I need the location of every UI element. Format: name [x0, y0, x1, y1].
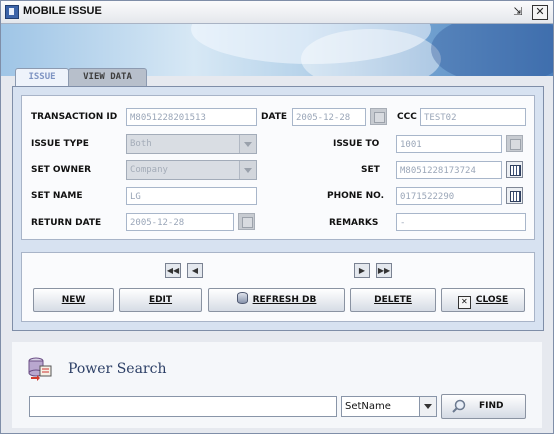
list-icon [510, 191, 521, 202]
issue-type-select[interactable]: Both [126, 134, 257, 154]
find-button[interactable]: FIND [441, 394, 526, 419]
new-button[interactable]: NEW [33, 288, 114, 312]
calendar-icon [374, 112, 385, 123]
close-window-icon[interactable]: ✕ [532, 5, 548, 20]
remarks-label: REMARKS [329, 218, 379, 228]
issue-type-value: Both [130, 139, 152, 149]
date-label: DATE [261, 112, 288, 122]
tab-view-data[interactable]: VIEW DATA [68, 68, 147, 86]
record-actions: ◀◀ ◀ ▶ ▶▶ NEW EDIT REFRESH DB DELETE ✕ CL… [21, 252, 535, 322]
phone-no-field[interactable]: 0171522290 [396, 187, 502, 205]
prev-record-button[interactable]: ◀ [187, 263, 203, 278]
issue-panel: TRANSACTION ID M8051228201513 DATE 2005-… [12, 86, 544, 331]
power-search-title: Power Search [68, 361, 167, 377]
phone-lookup-button[interactable] [506, 187, 523, 204]
tab-issue[interactable]: ISSUE [15, 68, 69, 86]
set-owner-value: Company [130, 165, 168, 175]
window-title: MOBILE ISSUE [23, 5, 102, 17]
set-lookup-button[interactable] [506, 161, 523, 178]
chevron-down-icon[interactable] [239, 135, 256, 153]
phone-no-label: PHONE NO. [327, 191, 384, 201]
next-record-button[interactable]: ▶ [354, 263, 370, 278]
issue-to-lookup-button[interactable] [506, 135, 523, 152]
search-icon [452, 399, 466, 413]
set-name-label: SET NAME [31, 191, 83, 201]
close-label: CLOSE [475, 295, 509, 305]
transaction-id-field[interactable]: M8051228201513 [126, 108, 257, 126]
issue-to-label: ISSUE TO [333, 139, 380, 149]
chevron-down-icon[interactable] [239, 161, 256, 179]
first-record-button[interactable]: ◀◀ [165, 263, 181, 278]
set-field[interactable]: M8051228173724 [396, 161, 502, 179]
return-date-calendar-button[interactable] [238, 213, 255, 230]
close-button[interactable]: ✕ CLOSE [441, 288, 525, 312]
find-label: FIND [479, 401, 504, 411]
calendar-icon [242, 217, 253, 228]
issue-to-field[interactable]: 1001 [396, 135, 502, 153]
last-record-button[interactable]: ▶▶ [376, 263, 392, 278]
return-date-field[interactable]: 2005-12-28 [126, 213, 234, 231]
chevron-down-icon[interactable] [419, 397, 436, 416]
search-field-value: SetName [345, 401, 391, 412]
restore-icon[interactable]: ⇲ [511, 5, 525, 18]
edit-button[interactable]: EDIT [119, 288, 202, 312]
issue-form: TRANSACTION ID M8051228201513 DATE 2005-… [21, 95, 535, 240]
app-icon [5, 5, 19, 19]
list-icon [510, 165, 521, 176]
delete-button[interactable]: DELETE [350, 288, 436, 312]
remarks-field[interactable]: - [396, 213, 526, 231]
set-owner-select[interactable]: Company [126, 160, 257, 180]
date-calendar-button[interactable] [370, 108, 387, 125]
date-field[interactable]: 2005-12-28 [292, 108, 366, 126]
set-name-field[interactable]: LG [126, 187, 257, 205]
set-owner-label: SET OWNER [31, 165, 92, 175]
title-bar[interactable]: MOBILE ISSUE ⇲ ✕ [1, 1, 553, 24]
ccc-label: CCC [397, 112, 417, 122]
list-icon [510, 139, 521, 150]
database-icon [236, 292, 248, 304]
refresh-db-label: REFRESH DB [252, 295, 317, 305]
issue-type-label: ISSUE TYPE [31, 139, 89, 149]
refresh-db-button[interactable]: REFRESH DB [208, 288, 345, 312]
set-label: SET [361, 165, 380, 175]
close-icon: ✕ [457, 296, 471, 309]
ccc-field[interactable]: TEST02 [420, 108, 526, 126]
search-field-select[interactable]: SetName [341, 396, 437, 417]
transaction-id-label: TRANSACTION ID [31, 112, 118, 122]
power-search-panel: Power Search SetName FIND [12, 342, 542, 428]
return-date-label: RETURN DATE [31, 218, 102, 228]
search-input[interactable] [29, 396, 337, 417]
mobile-issue-window: MOBILE ISSUE ⇲ ✕ ISSUE VIEW DATA TRANSAC… [0, 0, 554, 434]
power-search-icon [28, 357, 52, 381]
